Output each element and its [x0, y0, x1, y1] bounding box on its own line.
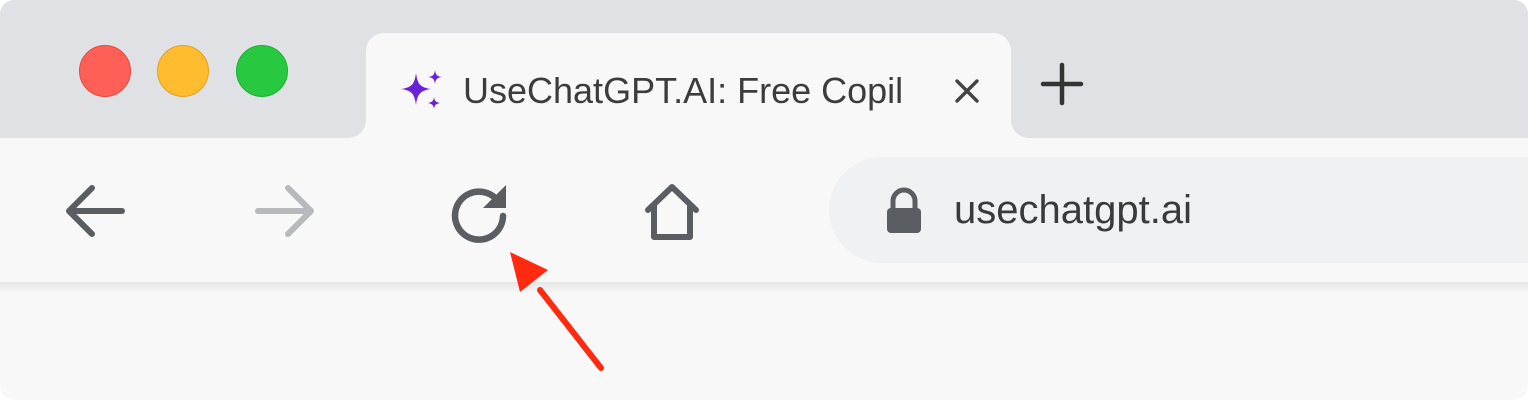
- close-icon[interactable]: [949, 73, 985, 109]
- annotation-arrow-icon: [510, 252, 604, 371]
- forward-button: [250, 176, 322, 248]
- reload-icon: [451, 185, 507, 243]
- tab-strip: UseChatGPT.AI: Free Copil: [0, 0, 1528, 143]
- window-maximize-button[interactable]: [236, 45, 288, 97]
- url-text[interactable]: usechatgpt.ai: [954, 183, 1192, 237]
- sparkles-icon: [401, 70, 442, 109]
- lock-icon[interactable]: [883, 187, 925, 235]
- reload-button[interactable]: [443, 176, 515, 248]
- active-tab[interactable]: UseChatGPT.AI: Free Copil: [366, 33, 1011, 143]
- address-bar[interactable]: usechatgpt.ai: [829, 157, 1528, 263]
- toolbar-divider: [0, 282, 1528, 294]
- back-arrow-icon: [66, 185, 125, 237]
- plus-icon[interactable]: [1036, 58, 1088, 110]
- home-icon: [645, 184, 699, 240]
- window-close-button[interactable]: [79, 45, 131, 97]
- window-minimize-button[interactable]: [157, 45, 209, 97]
- home-button[interactable]: [636, 176, 708, 248]
- forward-arrow-icon: [255, 185, 314, 237]
- tab-title: UseChatGPT.AI: Free Copil: [463, 70, 904, 111]
- back-button[interactable]: [58, 176, 130, 248]
- browser-window: UseChatGPT.AI: Free Copil usechatgpt.ai: [0, 0, 1528, 400]
